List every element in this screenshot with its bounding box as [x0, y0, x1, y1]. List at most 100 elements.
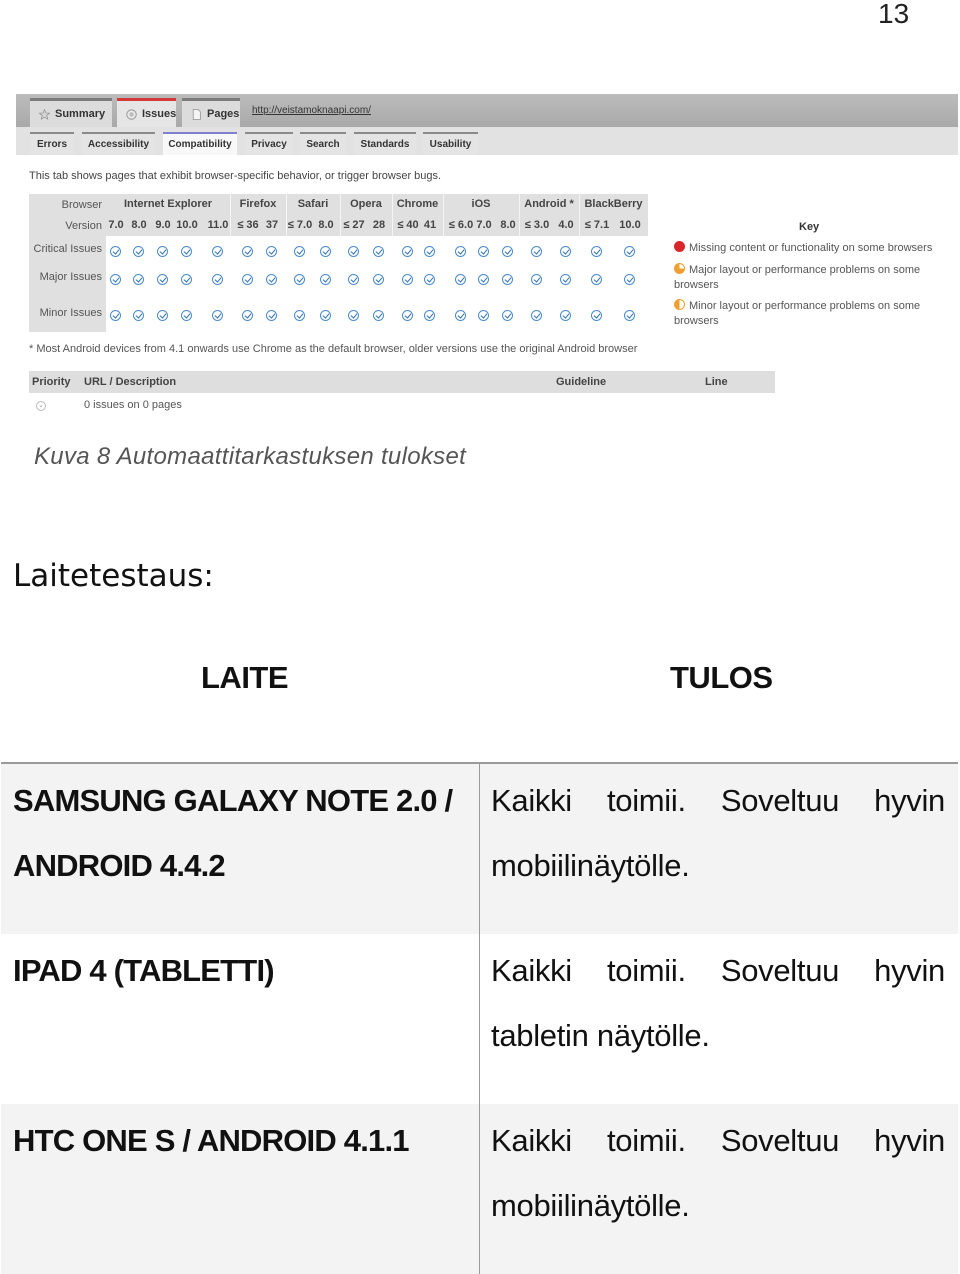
url-column-header[interactable]: URL / Description: [84, 376, 176, 388]
result-column-header: TULOS: [670, 660, 773, 695]
key-item-label: Minor layout or performance problems on …: [674, 300, 921, 327]
section-heading: Laitetestaus:: [13, 558, 214, 594]
subtab-compatibility[interactable]: Compatibility: [163, 132, 237, 155]
version-label: 10.0: [619, 219, 641, 231]
column-divider: [479, 764, 480, 1274]
check-circle-icon: [157, 310, 168, 321]
check-circle-icon: [531, 246, 542, 257]
check-circle-icon: [212, 246, 223, 257]
check-circle-icon: [402, 310, 413, 321]
browser-group-label: Android *: [524, 198, 574, 210]
group-separator: [443, 194, 444, 236]
tab-issues-label: Issues: [142, 108, 177, 120]
group-separator: [519, 194, 520, 236]
check-circle-icon: [560, 246, 571, 257]
check-circle-icon: [560, 274, 571, 285]
issues-table-header: Priority URL / Description Guideline Lin…: [29, 371, 775, 393]
tab-summary-label: Summary: [55, 108, 106, 120]
browser-row-label: Browser: [61, 199, 102, 211]
compatibility-report-screenshot: Summary Issues Pages http://veistamoknaa…: [16, 94, 958, 424]
check-circle-icon: [110, 246, 121, 257]
key-item-major-layout: Major layout or performance problems on …: [674, 263, 944, 293]
check-circle-icon: [110, 274, 121, 285]
device-cell: SAMSUNG GALAXY NOTE 2.0 / ANDROID 4.4.2: [13, 783, 453, 883]
subtab-privacy[interactable]: Privacy: [245, 132, 293, 155]
version-label: 10.0: [176, 219, 198, 231]
orange-half-icon: [674, 299, 685, 310]
check-circle-icon: [266, 274, 277, 285]
guideline-column-header[interactable]: Guideline: [556, 376, 606, 388]
check-circle-icon: [402, 274, 413, 285]
check-circle-icon: [266, 310, 277, 321]
version-label: 41: [423, 219, 437, 231]
check-circle-icon: [212, 274, 223, 285]
check-circle-icon: [181, 274, 192, 285]
android-footnote: * Most Android devices from 4.1 onwards …: [29, 343, 638, 355]
check-circle-icon: [531, 274, 542, 285]
check-circle-icon: [402, 246, 413, 257]
browser-group-label: Opera: [350, 198, 382, 210]
sub-tab-bar: [16, 127, 958, 155]
check-circle-icon: [624, 310, 635, 321]
check-circle-icon: [424, 246, 435, 257]
check-circle-icon: [348, 246, 359, 257]
check-circle-icon: [502, 274, 513, 285]
check-circle-icon: [478, 274, 489, 285]
check-circle-icon: [478, 246, 489, 257]
critical-issues-label: Critical Issues: [33, 243, 102, 255]
browser-group-label: Chrome: [396, 198, 439, 210]
version-label: ≤ 7.1: [584, 219, 610, 231]
key-item-label: Missing content or functionality on some…: [689, 242, 933, 254]
tab-summary[interactable]: Summary: [30, 98, 112, 127]
check-circle-icon: [591, 246, 602, 257]
line-column-header[interactable]: Line: [705, 376, 728, 388]
check-circle-icon: [242, 310, 253, 321]
issues-summary: 0 issues on 0 pages: [84, 399, 182, 411]
check-circle-icon: [531, 310, 542, 321]
page-icon: [191, 108, 202, 120]
site-url-link[interactable]: http://veistamoknaapi.com/: [252, 105, 371, 116]
check-circle-icon: [373, 274, 384, 285]
subtab-standards[interactable]: Standards: [354, 132, 416, 155]
subtab-accessibility[interactable]: Accessibility: [82, 132, 155, 155]
expand-chevron-icon[interactable]: ⌄: [36, 401, 46, 411]
issues-summary-row: ⌄ 0 issues on 0 pages: [29, 399, 775, 419]
check-circle-icon: [294, 274, 305, 285]
issues-icon: [126, 108, 137, 120]
tab-pages[interactable]: Pages: [182, 98, 240, 127]
page-number: 13: [878, 0, 910, 29]
tab-issues[interactable]: Issues: [117, 98, 176, 127]
check-circle-icon: [242, 274, 253, 285]
subtab-errors[interactable]: Errors: [30, 132, 74, 155]
check-circle-icon: [455, 246, 466, 257]
device-cell: IPAD 4 (TABLETTI): [13, 953, 275, 988]
check-circle-icon: [624, 274, 635, 285]
check-circle-icon: [502, 310, 513, 321]
result-cell: Kaikki toimii. Soveltuu hyvin mobiilinäy…: [491, 783, 945, 883]
key-title: Key: [799, 221, 820, 233]
compatibility-grid: Browser Version Critical Issues Major Is…: [29, 194, 648, 332]
browser-group-label: iOS: [471, 198, 491, 210]
priority-column-header[interactable]: Priority: [32, 376, 71, 388]
result-cell: Kaikki toimii. Soveltuu hyvin tabletin n…: [491, 953, 945, 1053]
tab-pages-label: Pages: [207, 108, 240, 120]
check-circle-icon: [133, 310, 144, 321]
check-circle-icon: [455, 274, 466, 285]
subtab-search[interactable]: Search: [300, 132, 346, 155]
check-circle-icon: [320, 246, 331, 257]
orange-three-quarter-icon: [674, 263, 685, 274]
check-circle-icon: [320, 310, 331, 321]
check-circle-icon: [266, 246, 277, 257]
check-circle-icon: [157, 246, 168, 257]
check-circle-icon: [591, 310, 602, 321]
check-circle-icon: [320, 274, 331, 285]
intro-text: This tab shows pages that exhibit browse…: [29, 170, 442, 182]
subtab-usability[interactable]: Usability: [423, 132, 478, 155]
check-circle-icon: [373, 246, 384, 257]
check-circle-icon: [181, 310, 192, 321]
check-circle-icon: [478, 310, 489, 321]
result-cell: Kaikki toimii. Soveltuu hyvin mobiilinäy…: [491, 1123, 945, 1223]
minor-issues-label: Minor Issues: [39, 307, 102, 319]
check-circle-icon: [455, 310, 466, 321]
check-circle-icon: [294, 310, 305, 321]
